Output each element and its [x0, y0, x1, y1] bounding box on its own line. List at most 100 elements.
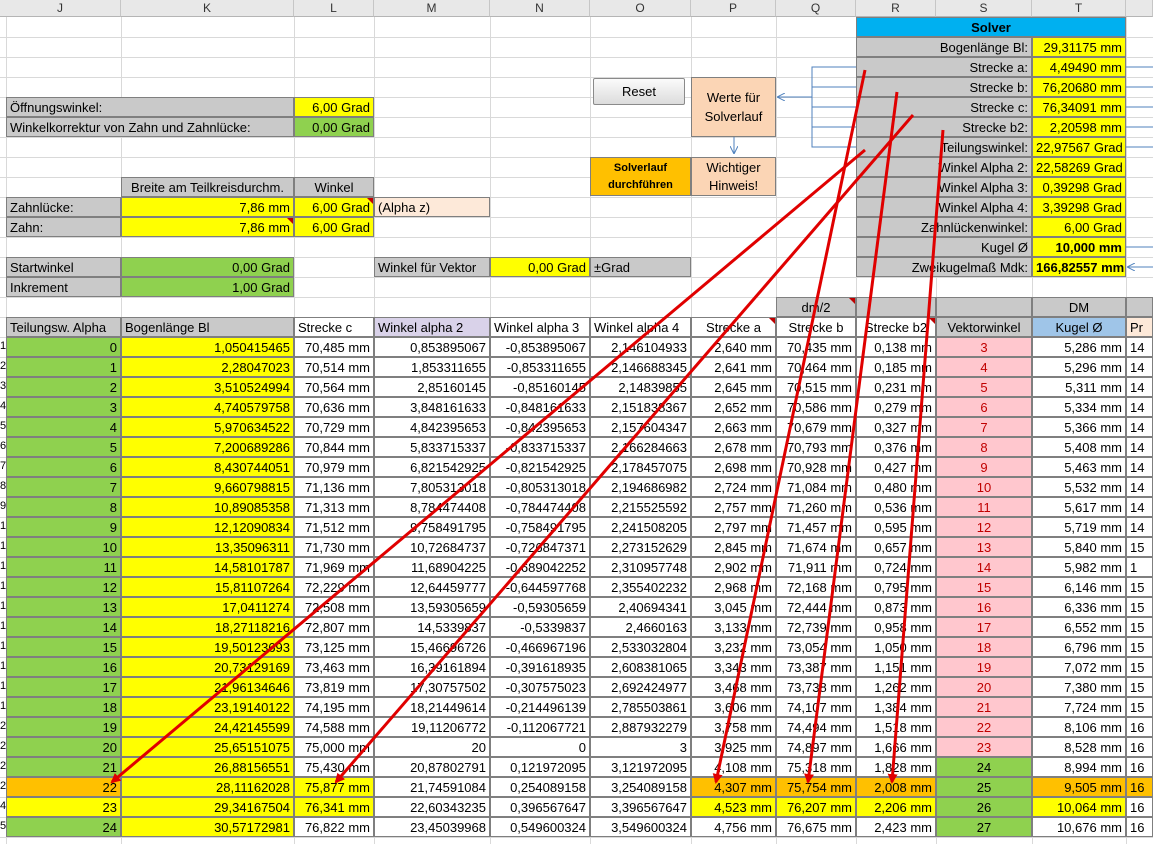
table-cell-b[interactable]: 72,168 mm: [776, 577, 856, 597]
table-cell-kugel[interactable]: 10,676 mm: [1032, 817, 1126, 837]
table-cell-a3[interactable]: -0,853311655: [490, 357, 590, 377]
table-cell-b[interactable]: 70,793 mm: [776, 437, 856, 457]
table-cell-a4[interactable]: 2,4660163: [590, 617, 691, 637]
table-cell-kugel[interactable]: 6,336 mm: [1032, 597, 1126, 617]
table-cell-b[interactable]: 70,586 mm: [776, 397, 856, 417]
table-cell-b[interactable]: 71,674 mm: [776, 537, 856, 557]
table-cell-pr[interactable]: 14: [1126, 417, 1153, 437]
table-cell-a2[interactable]: 1,853311655: [374, 357, 490, 377]
table-cell-kugel[interactable]: 8,528 mm: [1032, 737, 1126, 757]
table-cell-a[interactable]: 3,133 mm: [691, 617, 776, 637]
table-cell-a2[interactable]: 23,45039968: [374, 817, 490, 837]
table-cell-kugel[interactable]: 5,532 mm: [1032, 477, 1126, 497]
solver-value[interactable]: 2,20598 mm: [1032, 117, 1126, 137]
table-cell-b2[interactable]: 0,376 mm: [856, 437, 936, 457]
table-cell-a3[interactable]: 0: [490, 737, 590, 757]
table-cell-a[interactable]: 4,523 mm: [691, 797, 776, 817]
solver-value[interactable]: 29,31175 mm: [1032, 37, 1126, 57]
table-cell-c[interactable]: 70,514 mm: [294, 357, 374, 377]
table-cell-kugel[interactable]: 6,552 mm: [1032, 617, 1126, 637]
table-cell-a3[interactable]: -0,5339837: [490, 617, 590, 637]
table-cell-a4[interactable]: 3: [590, 737, 691, 757]
table-cell-a[interactable]: 3,925 mm: [691, 737, 776, 757]
table-cell-c[interactable]: 71,730 mm: [294, 537, 374, 557]
table-cell-alpha[interactable]: 7: [6, 477, 121, 497]
table-cell-vw[interactable]: 23: [936, 737, 1032, 757]
table-cell-a3[interactable]: -0,391618935: [490, 657, 590, 677]
table-cell-vw[interactable]: 6: [936, 397, 1032, 417]
table-cell-c[interactable]: 70,636 mm: [294, 397, 374, 417]
table-cell-b[interactable]: 73,387 mm: [776, 657, 856, 677]
table-cell-alpha[interactable]: 21: [6, 757, 121, 777]
table-cell-b2[interactable]: 1,384 mm: [856, 697, 936, 717]
table-cell-a4[interactable]: 3,254089158: [590, 777, 691, 797]
table-cell-vw[interactable]: 11: [936, 497, 1032, 517]
solver-value[interactable]: 166,82557 mm: [1032, 257, 1126, 277]
table-cell-b2[interactable]: 0,279 mm: [856, 397, 936, 417]
table-cell-a2[interactable]: 2,85160145: [374, 377, 490, 397]
table-cell-b2[interactable]: 2,423 mm: [856, 817, 936, 837]
solver-value[interactable]: 3,39298 Grad: [1032, 197, 1126, 217]
table-cell-a[interactable]: 2,845 mm: [691, 537, 776, 557]
table-cell-b[interactable]: 73,054 mm: [776, 637, 856, 657]
table-cell-a2[interactable]: 13,59305659: [374, 597, 490, 617]
table-cell-a[interactable]: 2,645 mm: [691, 377, 776, 397]
table-cell-bl[interactable]: 7,200689286: [121, 437, 294, 457]
solver-value[interactable]: 76,34091 mm: [1032, 97, 1126, 117]
table-cell-c[interactable]: 70,979 mm: [294, 457, 374, 477]
table-cell-b2[interactable]: 1,151 mm: [856, 657, 936, 677]
table-cell-a4[interactable]: 2,14839855: [590, 377, 691, 397]
table-cell-kugel[interactable]: 7,724 mm: [1032, 697, 1126, 717]
table-cell-b[interactable]: 70,928 mm: [776, 457, 856, 477]
table-cell-vw[interactable]: 26: [936, 797, 1032, 817]
solver-value[interactable]: 22,58269 Grad: [1032, 157, 1126, 177]
table-cell-a3[interactable]: -0,112067721: [490, 717, 590, 737]
table-cell-c[interactable]: 71,313 mm: [294, 497, 374, 517]
table-cell-bl[interactable]: 1,050415465: [121, 337, 294, 357]
table-cell-c[interactable]: 74,195 mm: [294, 697, 374, 717]
table-cell-kugel[interactable]: 5,286 mm: [1032, 337, 1126, 357]
table-cell-pr[interactable]: 14: [1126, 337, 1153, 357]
table-cell-bl[interactable]: 19,50123693: [121, 637, 294, 657]
table-cell-b[interactable]: 75,318 mm: [776, 757, 856, 777]
table-cell-a3[interactable]: -0,853895067: [490, 337, 590, 357]
table-cell-bl[interactable]: 17,0411274: [121, 597, 294, 617]
table-cell-a3[interactable]: -0,59305659: [490, 597, 590, 617]
table-cell-b[interactable]: 76,675 mm: [776, 817, 856, 837]
table-cell-a[interactable]: 2,797 mm: [691, 517, 776, 537]
table-cell-a3[interactable]: -0,726847371: [490, 537, 590, 557]
table-cell-alpha[interactable]: 14: [6, 617, 121, 637]
table-cell-kugel[interactable]: 5,719 mm: [1032, 517, 1126, 537]
col-header-p[interactable]: P: [691, 0, 776, 17]
table-cell-a[interactable]: 4,756 mm: [691, 817, 776, 837]
winkelkorrektur-value[interactable]: 0,00 Grad: [294, 117, 374, 137]
table-cell-a3[interactable]: -0,805313018: [490, 477, 590, 497]
table-cell-a4[interactable]: 2,151838367: [590, 397, 691, 417]
table-cell-bl[interactable]: 5,970634522: [121, 417, 294, 437]
col-header-q[interactable]: Q: [776, 0, 856, 17]
table-cell-kugel[interactable]: 5,296 mm: [1032, 357, 1126, 377]
table-cell-a2[interactable]: 16,39161894: [374, 657, 490, 677]
table-cell-a2[interactable]: 22,60343235: [374, 797, 490, 817]
table-cell-a[interactable]: 2,968 mm: [691, 577, 776, 597]
table-cell-a3[interactable]: -0,214496139: [490, 697, 590, 717]
table-cell-pr[interactable]: 15: [1126, 597, 1153, 617]
table-cell-b[interactable]: 71,260 mm: [776, 497, 856, 517]
table-cell-b[interactable]: 74,897 mm: [776, 737, 856, 757]
table-cell-b2[interactable]: 0,724 mm: [856, 557, 936, 577]
table-cell-vw[interactable]: 17: [936, 617, 1032, 637]
table-cell-a4[interactable]: 2,157604347: [590, 417, 691, 437]
table-cell-bl[interactable]: 25,65151075: [121, 737, 294, 757]
table-cell-b2[interactable]: 0,873 mm: [856, 597, 936, 617]
table-cell-a[interactable]: 4,108 mm: [691, 757, 776, 777]
table-cell-b[interactable]: 72,444 mm: [776, 597, 856, 617]
table-cell-a2[interactable]: 6,821542925: [374, 457, 490, 477]
table-cell-b2[interactable]: 1,828 mm: [856, 757, 936, 777]
table-cell-b2[interactable]: 0,327 mm: [856, 417, 936, 437]
table-cell-pr[interactable]: 14: [1126, 357, 1153, 377]
zahn-winkel[interactable]: 6,00 Grad: [294, 217, 374, 237]
table-cell-c[interactable]: 70,844 mm: [294, 437, 374, 457]
table-cell-b[interactable]: 71,911 mm: [776, 557, 856, 577]
table-cell-a3[interactable]: -0,784474408: [490, 497, 590, 517]
table-cell-vw[interactable]: 19: [936, 657, 1032, 677]
